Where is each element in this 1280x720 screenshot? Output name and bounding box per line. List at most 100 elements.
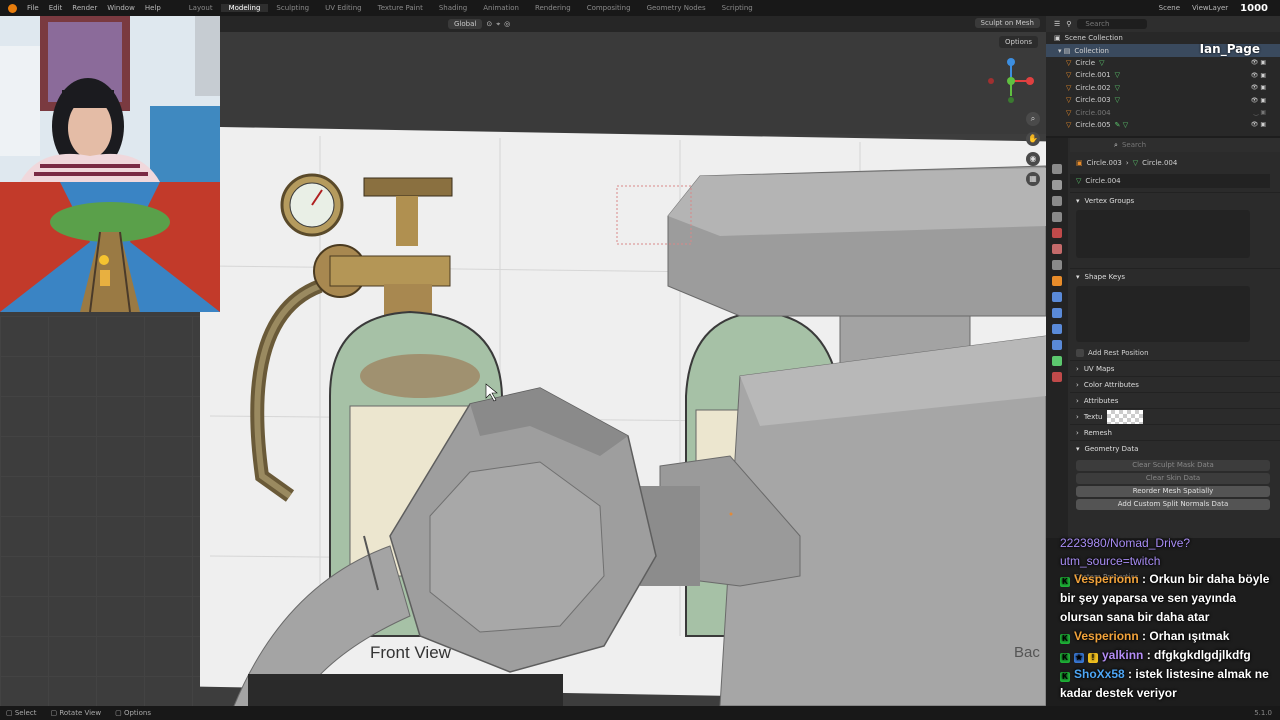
menu-render[interactable]: Render bbox=[72, 4, 97, 12]
filter-icon[interactable]: ⚲ bbox=[1066, 20, 1071, 28]
section-label: UV Maps bbox=[1083, 364, 1115, 373]
properties-search-input[interactable]: Search bbox=[1122, 141, 1242, 149]
status-bar: ▢ Select ▢ Rotate View ▢ Options 5.1.0 bbox=[0, 706, 1280, 720]
outliner-editor-icon[interactable]: ☰ bbox=[1054, 20, 1060, 28]
clear-sculpt-mask-button[interactable]: Clear Sculpt Mask Data bbox=[1076, 460, 1270, 471]
shape-keys-section[interactable]: ▾ Shape Keys bbox=[1070, 268, 1280, 284]
constraints-tab-icon[interactable] bbox=[1052, 340, 1062, 350]
pivot-icon[interactable]: ⊙ bbox=[486, 20, 492, 28]
properties-search[interactable]: ⌕ Search bbox=[1070, 138, 1280, 152]
transparency-checker-icon bbox=[1107, 409, 1144, 424]
chat-username: Vesperionn bbox=[1074, 629, 1139, 643]
tab-sculpting[interactable]: Sculpting bbox=[268, 4, 317, 12]
viewport-header: Global ⊙ ⌖ ◎ Sculpt on Mesh bbox=[220, 16, 1046, 32]
tab-shading[interactable]: Shading bbox=[431, 4, 475, 12]
snap-icon[interactable]: ⌖ bbox=[496, 20, 500, 29]
sculpt-on-mesh-button[interactable]: Sculpt on Mesh bbox=[974, 18, 1040, 28]
tab-modeling[interactable]: Modeling bbox=[220, 4, 269, 12]
camera-icon[interactable]: ◉ bbox=[1026, 152, 1040, 166]
chat-text: dfgkgkdlgdjlkdfg bbox=[1154, 648, 1251, 662]
viewport-options-button[interactable]: Options bbox=[998, 36, 1038, 48]
particles-tab-icon[interactable] bbox=[1052, 308, 1062, 318]
visibility-icon[interactable]: 👁 ▣ bbox=[1251, 84, 1266, 91]
menu-file[interactable]: File bbox=[27, 4, 39, 12]
breadcrumb: ▣ Circle.003 › ▽ Circle.004 bbox=[1070, 152, 1280, 174]
tab-scripting[interactable]: Scripting bbox=[714, 4, 761, 12]
outliner-item-circle-003[interactable]: ▽ Circle.003 ▽ 👁 ▣ bbox=[1046, 94, 1280, 106]
mesh-data-icon: ▽ bbox=[1099, 58, 1105, 67]
material-tab-icon[interactable] bbox=[1052, 372, 1062, 382]
color-attributes-section[interactable]: › Color Attributes bbox=[1070, 376, 1280, 392]
visibility-icon[interactable]: 👁 ▣ bbox=[1251, 121, 1266, 128]
view-layer-tab-icon[interactable] bbox=[1052, 212, 1062, 222]
grid-view-icon[interactable]: ▦ bbox=[1026, 172, 1040, 186]
tab-animation[interactable]: Animation bbox=[475, 4, 527, 12]
outliner-item-circle-002[interactable]: ▽ Circle.002 ▽ 👁 ▣ bbox=[1046, 82, 1280, 94]
tool-tab-icon[interactable] bbox=[1052, 164, 1062, 174]
tab-compositing[interactable]: Compositing bbox=[579, 4, 639, 12]
badge-icon: K bbox=[1060, 577, 1070, 587]
badge-icon: K bbox=[1060, 653, 1070, 663]
vertex-groups-section[interactable]: ▾ Vertex Groups bbox=[1070, 192, 1280, 208]
uv-maps-section[interactable]: › UV Maps bbox=[1070, 360, 1280, 376]
view-layer-selector[interactable]: ViewLayer bbox=[1192, 4, 1228, 12]
orientation-dropdown[interactable]: Global bbox=[448, 19, 483, 29]
menu-help[interactable]: Help bbox=[145, 4, 161, 12]
chevron-right-icon: › bbox=[1076, 364, 1079, 373]
mouse-right-icon: ▢ bbox=[115, 709, 122, 717]
bits-badge-icon: ! bbox=[1088, 653, 1098, 663]
visibility-icon[interactable]: 👁 ▣ bbox=[1251, 97, 1266, 104]
attributes-section[interactable]: › Attributes bbox=[1070, 392, 1280, 408]
badge-icon: K bbox=[1060, 672, 1070, 682]
collection-tab-icon[interactable] bbox=[1052, 260, 1062, 270]
tab-geometry-nodes[interactable]: Geometry Nodes bbox=[639, 4, 714, 12]
object-tab-icon[interactable] bbox=[1052, 276, 1062, 286]
menu-window[interactable]: Window bbox=[107, 4, 135, 12]
scene-selector[interactable]: Scene bbox=[1159, 4, 1180, 12]
vertex-groups-list[interactable] bbox=[1076, 210, 1250, 258]
navigation-gizmo[interactable] bbox=[986, 56, 1036, 106]
shape-keys-list[interactable] bbox=[1076, 286, 1250, 342]
mesh-name-value[interactable]: Circle.004 bbox=[1085, 177, 1120, 185]
outliner-item-circle-001[interactable]: ▽ Circle.001 ▽ 👁 ▣ bbox=[1046, 69, 1280, 81]
scene-selectors: Scene ViewLayer 1000 bbox=[1159, 0, 1268, 16]
chevron-down-icon: ▾ bbox=[1076, 196, 1080, 205]
mesh-data-tab-icon[interactable] bbox=[1052, 356, 1062, 366]
menu-edit[interactable]: Edit bbox=[49, 4, 63, 12]
modifier-tab-icon[interactable] bbox=[1052, 292, 1062, 302]
scene-tab-icon[interactable] bbox=[1052, 228, 1062, 238]
texture-space-section[interactable]: › Textu bbox=[1070, 408, 1280, 424]
clear-skin-data-button[interactable]: Clear Skin Data bbox=[1076, 473, 1270, 484]
visibility-icon[interactable]: 👁 ▣ bbox=[1251, 59, 1266, 66]
add-rest-position-checkbox[interactable]: Add Rest Position bbox=[1070, 346, 1280, 360]
pan-icon[interactable]: ✋ bbox=[1026, 132, 1040, 146]
visibility-icon[interactable]: 👁 ▣ bbox=[1251, 72, 1266, 79]
outliner-search-input[interactable]: Search bbox=[1077, 19, 1148, 29]
outliner-item-circle-005[interactable]: ▽ Circle.005 ✎ ▽ 👁 ▣ bbox=[1046, 119, 1280, 131]
checkbox-label: Add Rest Position bbox=[1088, 349, 1149, 357]
reorder-mesh-button[interactable]: Reorder Mesh Spatially bbox=[1076, 486, 1270, 497]
checkbox-icon[interactable] bbox=[1076, 349, 1084, 357]
chat-message: K Vesperionn : Orkun bir daha böyle bir ş… bbox=[1060, 572, 1270, 624]
stream-overlay-name: Ian_Page bbox=[1199, 42, 1260, 56]
mesh-name-field[interactable]: ▽ Circle.004 bbox=[1070, 174, 1270, 188]
physics-tab-icon[interactable] bbox=[1052, 324, 1062, 334]
visibility-hidden-icon[interactable]: ‿ ▣ bbox=[1254, 109, 1266, 116]
tab-layout[interactable]: Layout bbox=[181, 4, 221, 12]
section-label: Remesh bbox=[1083, 428, 1112, 437]
world-tab-icon[interactable] bbox=[1052, 244, 1062, 254]
output-tab-icon[interactable] bbox=[1052, 196, 1062, 206]
blender-logo-icon[interactable] bbox=[8, 3, 17, 13]
geometry-data-section[interactable]: ▾ Geometry Data bbox=[1070, 440, 1280, 456]
remesh-section[interactable]: › Remesh bbox=[1070, 424, 1280, 440]
outliner-item-circle-004[interactable]: ▽ Circle.004 ‿ ▣ bbox=[1046, 106, 1280, 118]
zoom-icon[interactable]: ⌕ bbox=[1026, 112, 1040, 126]
section-label: Shape Keys bbox=[1084, 272, 1125, 281]
tab-texture-paint[interactable]: Texture Paint bbox=[370, 4, 431, 12]
tab-uv-editing[interactable]: UV Editing bbox=[317, 4, 370, 12]
proportional-edit-icon[interactable]: ◎ bbox=[504, 20, 510, 28]
render-tab-icon[interactable] bbox=[1052, 180, 1062, 190]
outliner-item-circle[interactable]: ▽ Circle ▽ 👁 ▣ bbox=[1046, 57, 1280, 69]
add-custom-normals-button[interactable]: Add Custom Split Normals Data bbox=[1076, 499, 1270, 510]
tab-rendering[interactable]: Rendering bbox=[527, 4, 579, 12]
